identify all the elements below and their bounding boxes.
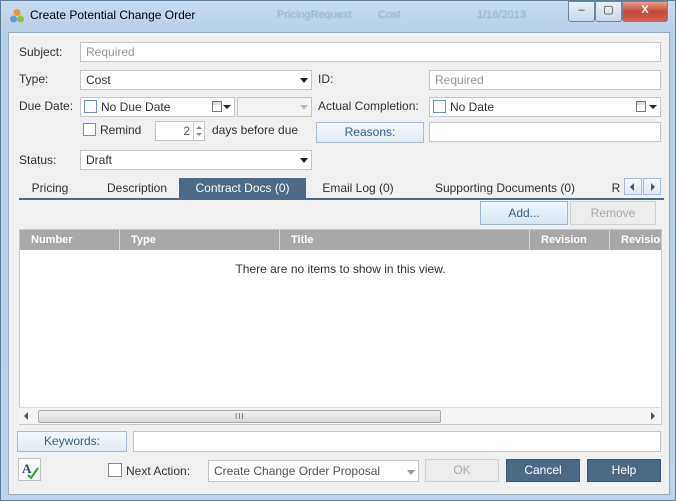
grid-header: Number Type Title Revision Revision <box>20 230 661 250</box>
subject-label: Subject: <box>19 45 63 59</box>
tab-scroll-left-button[interactable] <box>624 178 642 195</box>
next-action-toggle[interactable]: Next Action: <box>108 463 190 478</box>
background-text: PricingRequest <box>277 9 352 21</box>
column-header-number[interactable]: Number <box>20 230 120 250</box>
remove-button[interactable]: Remove <box>570 201 656 225</box>
next-action-value: Create Change Order Proposal <box>214 464 381 478</box>
column-header-revision[interactable]: Revision <box>530 230 610 250</box>
spin-buttons[interactable] <box>193 122 204 140</box>
tab-truncated[interactable]: R <box>608 178 624 198</box>
subject-input[interactable]: Required <box>80 42 661 62</box>
close-button[interactable]: X <box>622 1 668 22</box>
column-header-title[interactable]: Title <box>280 230 530 250</box>
app-icon <box>10 9 24 23</box>
spellcheck-icon: A <box>22 461 39 480</box>
scroll-left-icon[interactable] <box>24 412 28 420</box>
type-label: Type: <box>19 72 49 86</box>
id-label: ID: <box>318 72 334 86</box>
horizontal-scrollbar[interactable]: III <box>19 407 660 424</box>
remind-toggle[interactable]: Remind <box>83 123 141 137</box>
remind-days-stepper[interactable]: 2 <box>155 121 205 141</box>
background-text: Cost <box>378 9 401 21</box>
keywords-input[interactable] <box>133 431 661 452</box>
tab-email-log[interactable]: Email Log (0) <box>312 178 404 198</box>
due-date-checkbox[interactable] <box>84 100 97 113</box>
tab-supporting-documents[interactable]: Supporting Documents (0) <box>421 178 589 198</box>
help-button[interactable]: Help <box>587 459 661 482</box>
remind-days-value: 2 <box>183 124 190 138</box>
actual-completion-picker[interactable]: No Date <box>429 97 661 117</box>
actual-completion-checkbox[interactable] <box>433 100 446 113</box>
minimize-button[interactable]: – <box>568 1 595 22</box>
reasons-button[interactable]: Reasons: <box>316 122 424 143</box>
background-text: 1/16/2013 <box>477 9 526 21</box>
chevron-left-icon <box>630 183 634 191</box>
tab-contract-docs[interactable]: Contract Docs (0) <box>179 178 306 198</box>
remind-checkbox[interactable] <box>83 123 96 136</box>
title-bar[interactable]: Create Potential Change Order PricingReq… <box>1 1 675 31</box>
calendar-icon[interactable] <box>212 101 222 112</box>
remind-label: Remind <box>100 123 142 137</box>
column-header-revision-2[interactable]: Revision <box>610 230 661 250</box>
tab-scroll-right-button[interactable] <box>643 178 661 195</box>
next-action-checkbox[interactable] <box>108 463 122 477</box>
due-date-picker[interactable]: No Due Date <box>80 97 235 117</box>
chevron-right-icon <box>651 183 655 191</box>
tab-description[interactable]: Description <box>87 178 187 198</box>
due-date-value: No Due Date <box>101 100 171 114</box>
tab-pricing[interactable]: Pricing <box>19 178 81 198</box>
chevron-down-icon <box>407 470 415 475</box>
type-value: Cost <box>86 73 111 87</box>
next-action-select[interactable]: Create Change Order Proposal <box>208 460 419 482</box>
status-value: Draft <box>86 153 113 167</box>
scrollbar-thumb[interactable]: III <box>38 410 441 423</box>
column-header-type[interactable]: Type <box>120 230 280 250</box>
ok-button[interactable]: OK <box>425 459 499 482</box>
maximize-button[interactable]: ▢ <box>595 1 622 22</box>
keywords-button[interactable]: Keywords: <box>17 431 127 452</box>
spellcheck-button[interactable]: A <box>18 458 41 481</box>
grip-icon: III <box>235 412 245 421</box>
due-date-label: Due Date: <box>19 99 74 113</box>
reasons-input[interactable] <box>429 122 661 142</box>
chevron-down-icon[interactable] <box>223 105 231 109</box>
spin-arrows-icon <box>196 126 202 136</box>
chevron-down-icon <box>300 105 308 110</box>
empty-grid-message: There are no items to show in this view. <box>235 262 446 276</box>
contract-docs-grid: Number Type Title Revision Revision Ther… <box>19 229 662 425</box>
chevron-down-icon <box>300 158 308 163</box>
scroll-right-icon[interactable] <box>651 412 655 420</box>
due-time-select[interactable] <box>237 97 312 117</box>
id-input[interactable]: Required <box>429 70 661 90</box>
remind-suffix: days before due <box>212 123 299 137</box>
chevron-down-icon <box>300 78 308 83</box>
status-label: Status: <box>19 153 57 167</box>
actual-completion-value: No Date <box>450 100 495 114</box>
dialog-window: Create Potential Change Order PricingReq… <box>0 0 676 501</box>
svg-text:A: A <box>22 461 32 476</box>
tab-strip: Pricing Description Contract Docs (0) Em… <box>19 178 664 200</box>
chevron-down-icon[interactable] <box>649 105 657 109</box>
window-title: Create Potential Change Order <box>30 8 196 22</box>
type-select[interactable]: Cost <box>80 70 312 90</box>
actual-completion-label: Actual Completion: <box>318 99 419 113</box>
status-select[interactable]: Draft <box>80 150 312 170</box>
calendar-icon[interactable] <box>636 101 646 112</box>
cancel-button[interactable]: Cancel <box>506 459 580 482</box>
next-action-label: Next Action: <box>126 464 191 478</box>
add-button[interactable]: Add... <box>480 201 568 225</box>
dialog-body: Subject: Required Type: Cost ID: Require… <box>8 32 670 495</box>
